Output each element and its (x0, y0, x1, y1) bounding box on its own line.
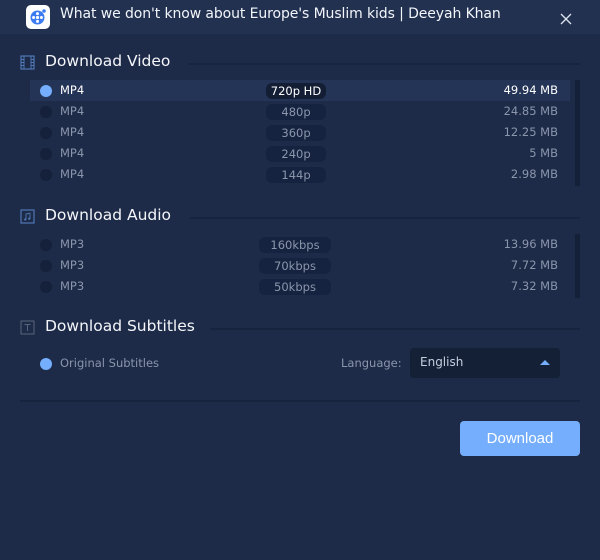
file-size: 2.98 MB (510, 167, 558, 181)
quality-badge: 70kbps (259, 258, 331, 274)
video-section-header: Download Video (20, 52, 580, 74)
quality-badge: 50kbps (259, 279, 331, 295)
language-label: Language: (341, 356, 402, 370)
subtitles-section-title: Download Subtitles (45, 317, 195, 335)
file-size: 49.94 MB (503, 83, 558, 97)
radio-button[interactable] (40, 239, 52, 251)
format-label: MP4 (60, 125, 85, 139)
quality-badge: 160kbps (259, 237, 331, 253)
video-option-row[interactable]: MP4 360p 12.25 MB (30, 122, 570, 143)
format-label: MP4 (60, 104, 85, 118)
music-note-icon (20, 209, 35, 224)
radio-button[interactable] (40, 85, 52, 97)
quality-badge: 480p (266, 104, 326, 120)
audio-option-row[interactable]: MP3 50kbps 7.32 MB (30, 276, 570, 297)
audio-list-scrollbar[interactable] (575, 234, 580, 298)
quality-badge: 360p (266, 125, 326, 141)
file-size: 7.32 MB (510, 279, 558, 293)
video-option-row[interactable]: MP4 144p 2.98 MB (30, 164, 570, 185)
file-size: 13.96 MB (503, 237, 558, 251)
radio-button[interactable] (40, 260, 52, 272)
file-size: 24.85 MB (503, 104, 558, 118)
close-icon (560, 13, 572, 25)
file-size: 7.72 MB (510, 258, 558, 272)
video-option-row[interactable]: MP4 480p 24.85 MB (30, 101, 570, 122)
quality-badge: 240p (266, 146, 326, 162)
section-divider (210, 328, 580, 330)
language-value: English (420, 355, 464, 369)
footer-divider (20, 400, 580, 402)
section-divider (190, 217, 580, 219)
format-label: MP3 (60, 258, 85, 272)
subtitle-option-row: Original Subtitles Language: English (30, 348, 570, 378)
format-label: MP3 (60, 237, 85, 251)
quality-badge: 720p HD (266, 83, 326, 99)
video-list: MP4 720p HD 49.94 MB MP4 480p 24.85 MB M… (30, 80, 580, 185)
radio-button[interactable] (40, 148, 52, 160)
language-dropdown[interactable]: English (410, 348, 560, 378)
file-size: 5 MB (529, 146, 558, 160)
original-subtitles-radio[interactable] (40, 358, 52, 370)
close-button[interactable] (556, 9, 576, 29)
audio-option-row[interactable]: MP3 160kbps 13.96 MB (30, 234, 570, 255)
audio-section-title: Download Audio (45, 206, 172, 224)
radio-button[interactable] (40, 281, 52, 293)
audio-option-row[interactable]: MP3 70kbps 7.72 MB (30, 255, 570, 276)
format-label: MP4 (60, 167, 85, 181)
audio-section-header: Download Audio (20, 206, 580, 228)
section-divider (189, 63, 580, 65)
subtitles-section-header: Download Subtitles (20, 317, 580, 339)
video-option-row[interactable]: MP4 720p HD 49.94 MB (30, 80, 570, 101)
format-label: MP3 (60, 279, 85, 293)
file-size: 12.25 MB (503, 125, 558, 139)
caret-up-icon (540, 360, 550, 365)
audio-list: MP3 160kbps 13.96 MB MP3 70kbps 7.72 MB … (30, 234, 580, 297)
format-label: MP4 (60, 83, 85, 97)
original-subtitles-label[interactable]: Original Subtitles (60, 356, 159, 370)
text-icon (20, 320, 35, 335)
radio-button[interactable] (40, 106, 52, 118)
title-bar: What we don't know about Europe's Muslim… (0, 0, 600, 34)
video-section-title: Download Video (45, 52, 171, 70)
radio-button[interactable] (40, 169, 52, 181)
app-logo-icon (26, 5, 50, 29)
radio-button[interactable] (40, 127, 52, 139)
video-list-scrollbar[interactable] (575, 80, 580, 186)
window-title: What we don't know about Europe's Muslim… (60, 6, 501, 22)
film-icon (20, 55, 35, 70)
quality-badge: 144p (266, 167, 326, 183)
format-label: MP4 (60, 146, 85, 160)
download-button[interactable]: Download (460, 421, 580, 456)
video-option-row[interactable]: MP4 240p 5 MB (30, 143, 570, 164)
